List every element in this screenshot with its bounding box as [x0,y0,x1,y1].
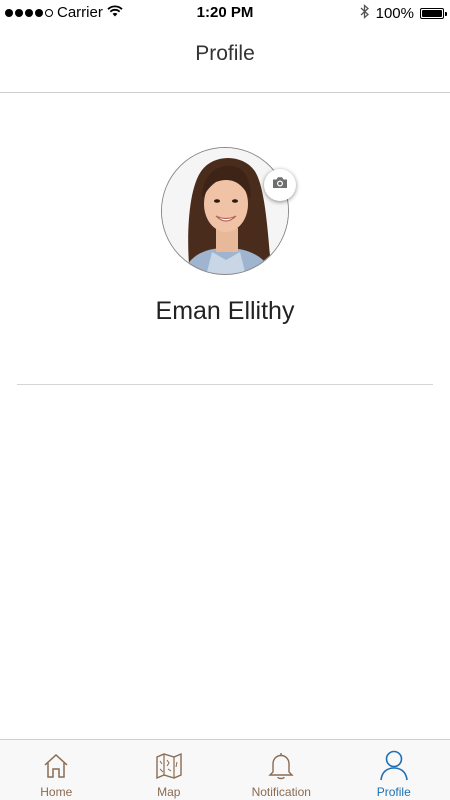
person-icon [379,749,409,783]
change-photo-button[interactable] [264,169,296,201]
section-divider [17,384,433,385]
tab-home[interactable]: Home [0,740,113,800]
avatar[interactable] [161,147,289,275]
tab-map[interactable]: Map [113,740,226,800]
tab-profile-label: Profile [376,785,411,799]
map-icon [155,749,183,783]
tab-notification-label: Notification [251,785,311,799]
battery-percent: 100% [375,5,414,22]
battery-fill [422,10,442,17]
bell-icon [267,749,295,783]
battery-icon [420,8,447,19]
status-bar: Carrier 1:20 PM 100% [0,0,450,26]
tab-bar: Home Map Notification Profile [0,739,450,800]
bluetooth-icon [360,4,370,23]
avatar-container [161,147,296,275]
tab-home-label: Home [40,785,73,799]
camera-icon [272,176,288,194]
tab-profile[interactable]: Profile [338,740,450,800]
tab-notification[interactable]: Notification [225,740,338,800]
profile-name: Eman Ellithy [155,297,295,325]
profile-photo [162,148,288,274]
status-right: 100% [360,4,447,23]
navigation-bar: Profile [0,26,450,93]
page-title: Profile [195,42,255,65]
tab-map-label: Map [157,785,181,799]
profile-screen: Carrier 1:20 PM 100% Profile Eman Ellith… [0,0,450,800]
home-icon [42,749,70,783]
